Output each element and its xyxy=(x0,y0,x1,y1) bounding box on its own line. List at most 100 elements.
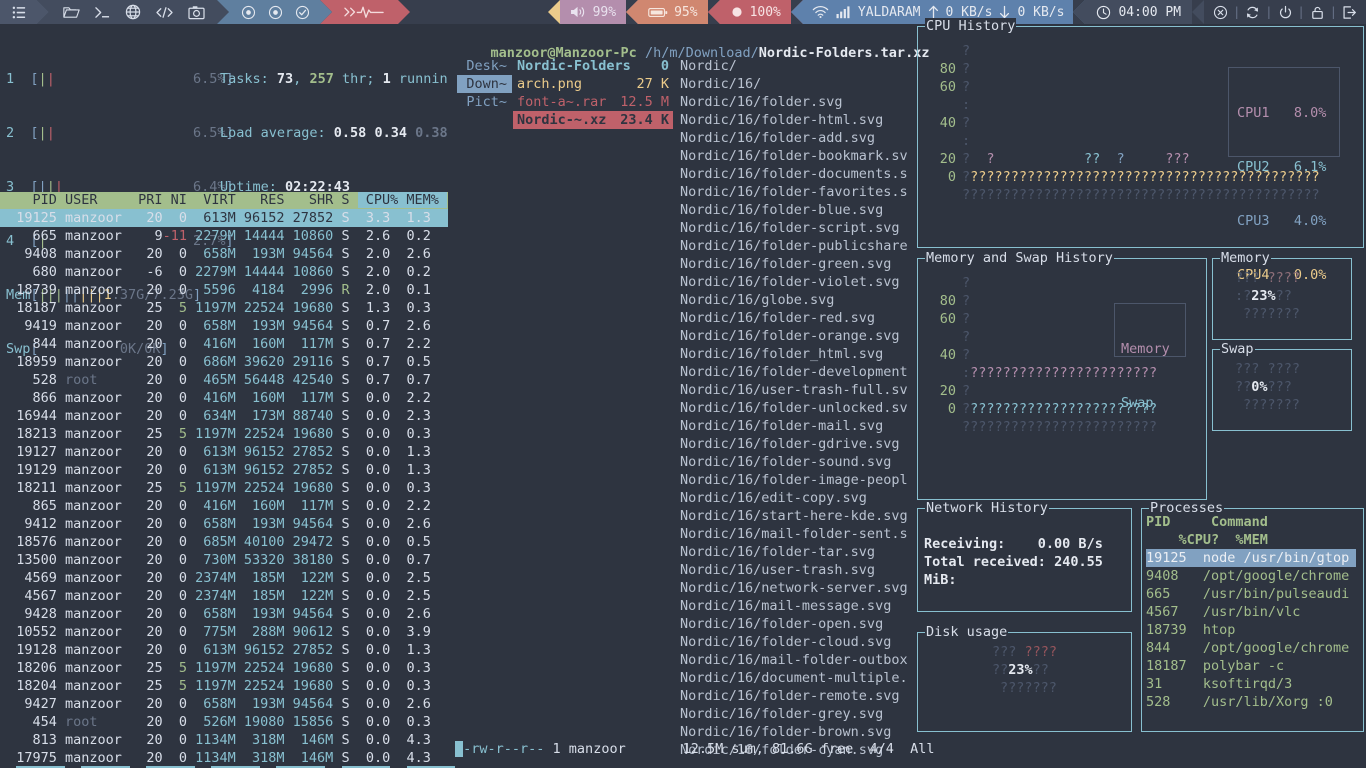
cell-pri: 25 xyxy=(130,678,163,694)
cell-shr: 88740 xyxy=(284,408,334,424)
status-perms: -rw-r--r-- xyxy=(463,741,545,757)
cell-virt: 775M xyxy=(186,624,236,640)
table-row[interactable]: 9419 manzoor 20 0 658M 193M 94564 S 0.7 … xyxy=(0,317,455,335)
table-row[interactable]: 454 root 20 0 526M 19080 15856 S 0.0 0.3 xyxy=(0,713,455,731)
battery-indicator[interactable]: 95% xyxy=(638,0,708,24)
cell-state: S xyxy=(333,228,350,244)
workspace-active[interactable] xyxy=(332,0,398,24)
ranger-parent-item[interactable]: Down~ xyxy=(457,75,512,93)
list-item[interactable]: 528 /usr/lib/Xorg :0 xyxy=(1146,693,1356,711)
mem-plot-row-1: ? xyxy=(962,293,971,309)
folder-icon[interactable] xyxy=(63,5,80,20)
cell-pid: 9428 xyxy=(0,606,57,622)
ranger-parent-item[interactable]: Pict~ xyxy=(457,93,512,111)
table-row[interactable]: 18206 manzoor 25 5 1197M 22524 19680 S 0… xyxy=(0,659,455,677)
list-item[interactable]: Nordic-Folders 0 xyxy=(513,57,673,75)
cpu-plot-row-1: ? xyxy=(962,61,971,77)
cell-virt: 658M xyxy=(186,606,236,622)
list-item[interactable]: 19125 node /usr/bin/gtop xyxy=(1146,549,1356,567)
brightness-indicator[interactable]: 100% xyxy=(719,0,791,24)
gtop-proc-pid: 9408 xyxy=(1146,568,1187,584)
cell-virt: 1197M xyxy=(186,660,236,676)
table-row[interactable]: 9427 manzoor 20 0 658M 193M 94564 S 0.0 … xyxy=(0,695,455,713)
table-row[interactable]: 19125 manzoor 20 0 613M 96152 27852 S 3.… xyxy=(0,209,448,227)
list-item[interactable]: font-a~.rar 12.5 M xyxy=(513,93,673,111)
cell-ni: 0 xyxy=(162,624,187,640)
ws-dot-2-icon[interactable] xyxy=(268,5,283,20)
table-row[interactable]: 813 manzoor 20 0 1134M 318M 146M S 0.0 4… xyxy=(0,731,455,749)
cell-res: 56448 xyxy=(235,372,285,388)
table-row[interactable]: 19127 manzoor 20 0 613M 96152 27852 S 0.… xyxy=(0,443,455,461)
cell-shr: 122M xyxy=(284,570,334,586)
table-row[interactable]: 9412 manzoor 20 0 658M 193M 94564 S 0.0 … xyxy=(0,515,455,533)
table-row[interactable]: 18213 manzoor 25 5 1197M 22524 19680 S 0… xyxy=(0,425,455,443)
list-item[interactable]: 4567 /usr/bin/vlc xyxy=(1146,603,1356,621)
ws-dot-1-icon[interactable] xyxy=(241,5,256,20)
cell-shr: 94564 xyxy=(284,696,334,712)
table-row[interactable]: 665 manzoor 9-11 2279M 14444 10860 S 2.6… xyxy=(0,227,455,245)
table-row[interactable]: 18739 manzoor 20 0 5596 4184 2996 R 2.0 … xyxy=(0,281,455,299)
cell-res: 193M xyxy=(235,318,285,334)
restart-icon[interactable] xyxy=(1245,5,1260,20)
table-row[interactable]: 9428 manzoor 20 0 658M 193M 94564 S 0.0 … xyxy=(0,605,455,623)
cell-shr: 29472 xyxy=(284,534,334,550)
cell-pri: 25 xyxy=(130,426,163,442)
volume-indicator[interactable]: 99% xyxy=(559,0,627,24)
list-item[interactable]: 18739 htop xyxy=(1146,621,1356,639)
table-row[interactable]: 19129 manzoor 20 0 613M 96152 27852 S 0.… xyxy=(0,461,455,479)
table-row[interactable]: 528 root 20 0 465M 56448 42540 S 0.7 0.7 xyxy=(0,371,455,389)
battery-icon xyxy=(648,6,668,19)
lock-icon[interactable] xyxy=(1310,5,1325,20)
gtop-proc-header-1: PID Command xyxy=(1146,513,1268,531)
list-item[interactable]: Nordic-~.xz 23.4 K xyxy=(513,111,673,129)
list-item[interactable]: 31 ksoftirqd/3 xyxy=(1146,675,1356,693)
clock-icon xyxy=(1096,5,1111,20)
list-item[interactable]: 844 /opt/google/chrome xyxy=(1146,639,1356,657)
table-row[interactable]: 16944 manzoor 20 0 634M 173M 88740 S 0.0… xyxy=(0,407,455,425)
camera-icon[interactable] xyxy=(188,5,205,20)
ws-check-3-icon[interactable] xyxy=(295,5,310,20)
preview-line: Nordic/16/folder-violet.svg xyxy=(680,274,900,290)
clock[interactable]: 04:00 PM xyxy=(1085,0,1193,24)
cell-cpu: 0.7 xyxy=(349,318,391,334)
load-15: 0.38 xyxy=(415,125,448,141)
cpu-meter-2: 2 [|| 6.5%] xyxy=(6,125,234,141)
cell-shr: 15856 xyxy=(284,714,334,730)
list-item[interactable]: 665 /usr/bin/pulseaudi xyxy=(1146,585,1356,603)
list-item[interactable]: arch.png 27 K xyxy=(513,75,673,93)
table-row[interactable]: 17975 manzoor 20 0 1134M 318M 146M S 0.0… xyxy=(0,749,455,767)
list-item[interactable]: 9408 /opt/google/chrome xyxy=(1146,567,1356,585)
preview-line: Nordic/16/folder-tar.svg xyxy=(680,544,876,560)
cell-cpu: 0.0 xyxy=(349,606,391,622)
table-row[interactable]: 865 manzoor 20 0 416M 160M 117M S 0.0 2.… xyxy=(0,497,455,515)
cell-res: 22524 xyxy=(235,660,285,676)
tasks-sep: , xyxy=(293,71,310,87)
table-row[interactable]: 18187 manzoor 25 5 1197M 22524 19680 S 1… xyxy=(0,299,455,317)
ranger-parent-item[interactable]: Desk~ xyxy=(457,57,512,75)
cell-state: S xyxy=(333,462,350,478)
terminal-icon[interactable] xyxy=(94,5,111,20)
table-row[interactable]: 13500 manzoor 20 0 730M 53320 38180 S 0.… xyxy=(0,551,455,569)
close-icon[interactable] xyxy=(1213,5,1228,20)
globe-icon[interactable] xyxy=(125,4,141,20)
table-row[interactable]: 18204 manzoor 25 5 1197M 22524 19680 S 0… xyxy=(0,677,455,695)
table-row[interactable]: 10552 manzoor 20 0 775M 288M 90612 S 0.0… xyxy=(0,623,455,641)
logout-icon[interactable] xyxy=(1342,5,1357,20)
table-row[interactable]: 18959 manzoor 20 0 686M 39620 29116 S 0.… xyxy=(0,353,455,371)
table-row[interactable]: 866 manzoor 20 0 416M 160M 117M S 0.0 2.… xyxy=(0,389,455,407)
cell-res: 22524 xyxy=(235,480,285,496)
menu-button[interactable] xyxy=(0,0,37,24)
table-row[interactable]: 18576 manzoor 20 0 685M 40100 29472 S 0.… xyxy=(0,533,455,551)
table-row[interactable]: 680 manzoor -6 0 2279M 14444 10860 S 2.0… xyxy=(0,263,455,281)
table-row[interactable]: 18211 manzoor 25 5 1197M 22524 19680 S 0… xyxy=(0,479,455,497)
table-row[interactable]: 9408 manzoor 20 0 658M 193M 94564 S 2.0 … xyxy=(0,245,455,263)
table-row[interactable]: 844 manzoor 20 0 416M 160M 117M S 0.7 2.… xyxy=(0,335,455,353)
code-icon[interactable] xyxy=(155,5,174,20)
table-row[interactable]: 4569 manzoor 20 0 2374M 185M 122M S 0.0 … xyxy=(0,569,455,587)
table-row[interactable]: 19128 manzoor 20 0 613M 96152 27852 S 0.… xyxy=(0,641,455,659)
cell-state: S xyxy=(333,264,350,280)
list-item[interactable]: 18187 polybar -c xyxy=(1146,657,1356,675)
power-icon[interactable] xyxy=(1278,5,1293,20)
cpu-plot-row-2: ? xyxy=(962,79,971,95)
table-row[interactable]: 4567 manzoor 20 0 2374M 185M 122M S 0.0 … xyxy=(0,587,455,605)
